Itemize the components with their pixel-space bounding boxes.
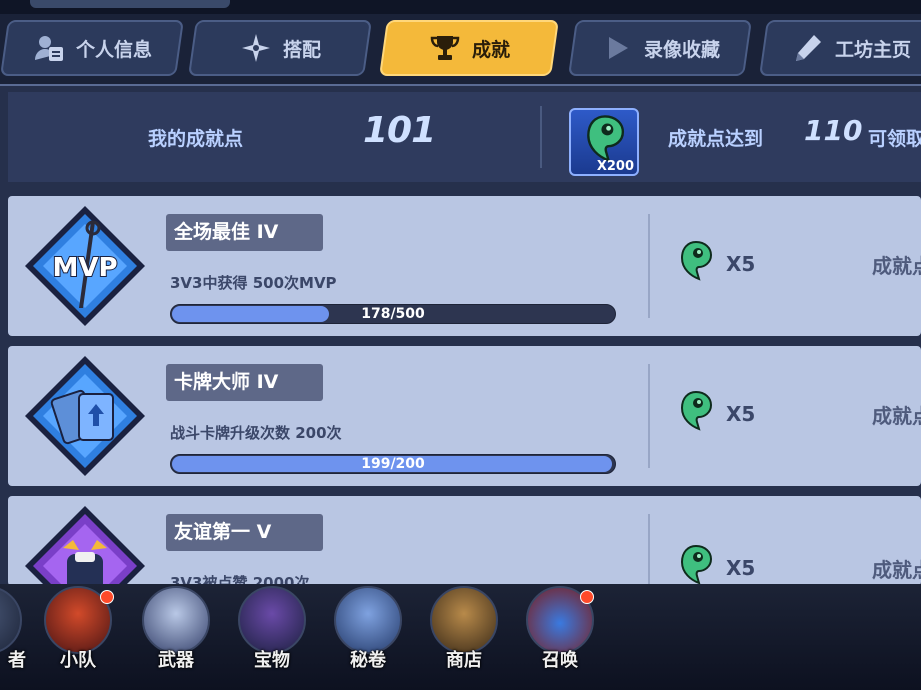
nav-label: 小队 — [60, 650, 96, 671]
mvp-badge-icon: MVP — [25, 206, 145, 326]
reward-quantity: X200 — [596, 159, 634, 174]
tab-replays[interactable]: 录像收藏 — [568, 20, 752, 76]
svg-text:MVP: MVP — [52, 253, 117, 283]
tab-loadout[interactable]: 搭配 — [188, 20, 372, 76]
weapon-icon — [142, 586, 210, 654]
achievement-title: 友谊第一 V — [166, 514, 323, 551]
progress-bar: 178/500 — [170, 304, 616, 324]
reward-amount: X5 — [726, 556, 756, 580]
reach-target-value: 110 — [804, 114, 863, 147]
tab-label: 录像收藏 — [643, 38, 720, 61]
scroll-icon — [334, 586, 402, 654]
nav-label: 商店 — [446, 650, 482, 671]
nav-weapon[interactable]: 武器 — [136, 584, 216, 690]
nav-label: 武器 — [158, 650, 194, 671]
nav-ninja[interactable]: 者 — [0, 584, 28, 690]
top-sliver — [30, 0, 230, 8]
tab-bar: 个人信息 搭配 成就 录像收藏 工坊主页 — [0, 14, 921, 84]
green-gem-icon — [680, 240, 713, 281]
green-gem-icon — [587, 115, 625, 163]
my-points-value: 101 — [363, 110, 436, 151]
nav-summon[interactable]: 召唤 — [520, 584, 600, 690]
tab-label: 个人信息 — [75, 38, 152, 61]
nav-label: 者 — [8, 650, 26, 671]
green-gem-icon — [680, 390, 713, 431]
friendship-badge-icon — [25, 506, 145, 586]
notification-dot — [580, 590, 594, 604]
row-divider — [648, 364, 650, 468]
green-gem-icon — [680, 544, 713, 585]
achievement-description: 战斗卡牌升级次数 200次 — [170, 424, 342, 442]
reach-label: 成就点达到 — [668, 128, 764, 150]
tab-achievements[interactable]: 成就 — [379, 20, 559, 76]
top-status-strip — [0, 0, 921, 14]
achievement-row[interactable]: 卡牌大师 IV 战斗卡牌升级次数 200次 199/200 X5 成就点 — [8, 346, 921, 486]
nav-scroll[interactable]: 秘卷 — [328, 584, 408, 690]
achievements-panel: 我的成就点 101 X200 成就点达到 110 可领取 MVP 全场最佳 IV… — [0, 84, 921, 586]
achievement-row[interactable]: 友谊第一 V 3V3被点赞 2000次 X5 成就点 — [8, 496, 921, 586]
summary-divider — [540, 106, 542, 168]
progress-bar: 199/200 — [170, 454, 616, 474]
notification-dot — [100, 590, 114, 604]
tab-label: 成就 — [471, 38, 510, 61]
tab-profile[interactable]: 个人信息 — [0, 20, 184, 76]
achievement-status: 成就点 — [872, 404, 921, 428]
tab-label: 工坊主页 — [834, 38, 911, 61]
nav-label: 宝物 — [254, 650, 290, 671]
cards-badge-icon — [25, 356, 145, 476]
ninja-icon — [0, 586, 22, 654]
nav-team[interactable]: 小队 — [38, 584, 118, 690]
achievement-title: 全场最佳 IV — [166, 214, 323, 251]
tab-workshop[interactable]: 工坊主页 — [759, 20, 921, 76]
profile-card-icon — [32, 31, 66, 65]
tab-label: 搭配 — [282, 38, 321, 61]
reward-amount: X5 — [726, 252, 756, 276]
nav-shop[interactable]: 商店 — [424, 584, 504, 690]
play-icon — [600, 31, 634, 65]
nav-label: 秘卷 — [350, 650, 386, 671]
shop-icon — [430, 586, 498, 654]
row-divider — [648, 514, 650, 586]
achievement-status: 成就点 — [872, 558, 921, 582]
claim-label: 可领取 — [868, 128, 921, 150]
reward-amount: X5 — [726, 402, 756, 426]
nav-treasure[interactable]: 宝物 — [232, 584, 312, 690]
pencil-icon — [791, 31, 825, 65]
my-points-label: 我的成就点 — [148, 128, 244, 150]
progress-text: 199/200 — [361, 456, 425, 472]
treasure-icon — [238, 586, 306, 654]
bottom-navigation: 者 小队 武器 宝物 秘卷 商店 召唤 — [0, 584, 921, 690]
achievement-row[interactable]: MVP 全场最佳 IV 3V3中获得 500次MVP 178/500 X5 成就… — [8, 196, 921, 336]
row-divider — [648, 214, 650, 318]
achievement-title: 卡牌大师 IV — [166, 364, 323, 401]
achievement-description: 3V3中获得 500次MVP — [170, 274, 337, 292]
shuriken-icon — [239, 31, 273, 65]
progress-text: 178/500 — [361, 306, 425, 322]
achievement-status: 成就点 — [872, 254, 921, 278]
trophy-icon — [428, 31, 462, 65]
achievement-summary: 我的成就点 101 X200 成就点达到 110 可领取 — [8, 92, 921, 182]
nav-label: 召唤 — [542, 650, 578, 671]
milestone-reward-item[interactable]: X200 — [569, 108, 639, 176]
